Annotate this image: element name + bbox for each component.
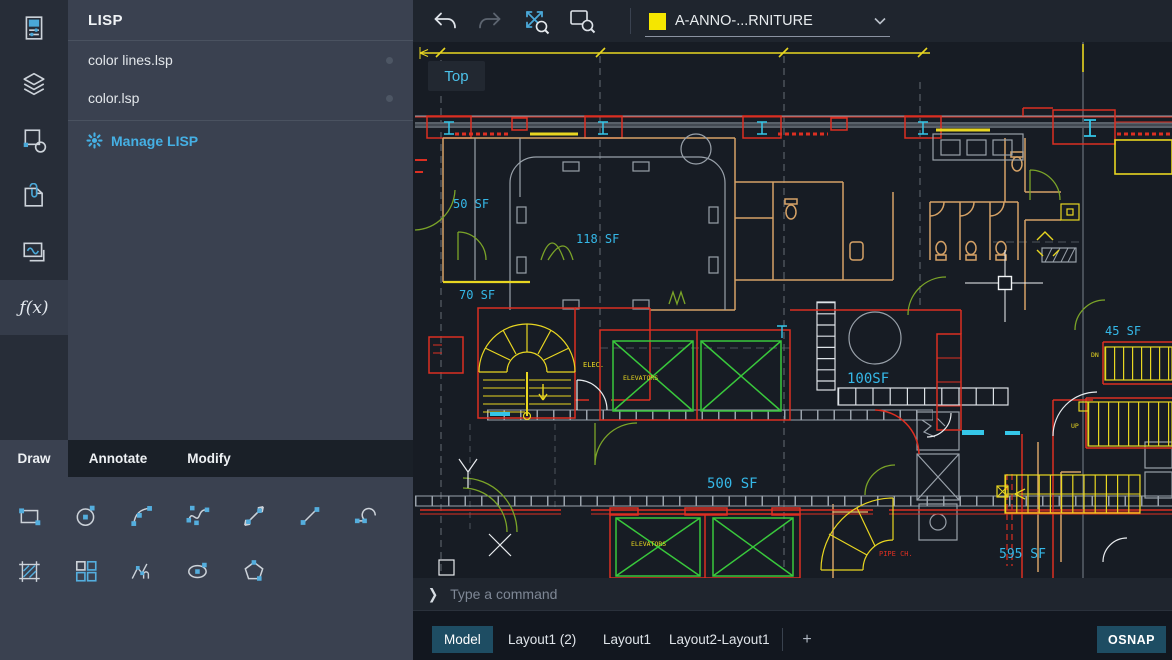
tab-modify[interactable]: Modify [168,440,250,477]
sidebar-item-views[interactable] [0,224,68,279]
left-sidebar: ƒ(x) [0,0,68,440]
tool-tab-row: Draw Annotate Modify [0,440,413,477]
tab-layout1[interactable]: Layout1 [591,626,663,653]
command-prompt-icon: ❯ [428,586,438,603]
circle-tool-icon [73,503,99,529]
label-45sf: 45 SF [1105,324,1141,338]
layer-name: A-ANNO-...RNITURE [675,13,865,29]
lisp-file-name: color lines.lsp [88,52,173,68]
tool-line[interactable] [288,494,332,538]
zoom-extents-icon [521,7,551,35]
tool-polygon[interactable] [232,549,276,593]
arc-tool-icon [129,503,155,529]
tool-rectangle[interactable] [8,494,52,538]
redo-button[interactable] [472,7,508,35]
sidebar-item-blocks[interactable] [0,112,68,167]
lisp-file-row[interactable]: color.lsp [68,79,413,117]
sidebar-item-layers[interactable] [0,56,68,111]
command-bar: ❯ [413,578,1172,611]
label-dn: DN [1091,351,1099,359]
label-500sf: 500 SF [707,476,758,492]
tab-layout2-layout1[interactable]: Layout2-Layout1 [657,626,782,653]
lisp-file-name: color.lsp [88,90,139,106]
label-elec: ELEC. [583,361,604,369]
lisp-file-row[interactable]: color lines.lsp [68,41,413,79]
tool-spline[interactable] [176,494,220,538]
gear-icon [86,132,103,149]
manage-lisp-button[interactable]: Manage LISP [68,120,413,160]
measure-arrow-icon [241,503,267,529]
sidebar-item-attachments[interactable] [0,168,68,223]
tab-draw[interactable]: Draw [0,440,68,477]
rectangle-tool-icon [17,503,43,529]
tool-polyline[interactable] [120,549,164,593]
polygon-tool-icon [241,558,267,584]
draw-tools-panel: Draw Annotate Modify [0,440,413,660]
undo-button[interactable] [427,7,463,35]
label-elevators-bottom: ELEVATORS [631,540,666,548]
toolbar-divider [630,8,631,34]
zoom-extents-button[interactable] [518,7,554,35]
lisp-panel: LISP color lines.lsp color.lsp Manage LI… [68,0,413,440]
attachment-icon [21,183,47,209]
drawing-canvas-area: A-ANNO-...RNITURE [413,0,1172,660]
sidebar-item-lisp[interactable]: ƒ(x) [0,280,68,335]
manage-lisp-label: Manage LISP [111,133,198,149]
floor-plan-drawing[interactable]: 50 SF 118 SF 70 SF 100SF 500 SF 595 SF 4… [413,42,1172,578]
add-layout-button[interactable]: + [795,626,819,653]
ellipse-tool-icon [185,558,211,584]
tool-circle[interactable] [64,494,108,538]
label-118sf: 118 SF [576,232,619,246]
tab-annotate[interactable]: Annotate [72,440,164,477]
hatch-tool-icon [17,558,43,584]
tool-hatch[interactable] [8,549,52,593]
tool-measure[interactable] [232,494,276,538]
arc-continue-tool-icon [353,503,379,529]
fx-icon: ƒ(x) [19,298,48,318]
file-status-dot [386,57,393,64]
label-595sf: 595 SF [999,547,1046,562]
layers-icon [21,71,47,97]
label-50sf: 50 SF [453,197,489,211]
sidebar-item-properties[interactable] [0,0,68,55]
label-pipe-chase: PIPE CH. [879,550,913,558]
layer-selector[interactable]: A-ANNO-...RNITURE [645,6,890,37]
tool-ellipse[interactable] [176,549,220,593]
layout-tab-bar: Model Layout1 (2) Layout1 Layout2-Layout… [413,611,1172,660]
osnap-toggle[interactable]: OSNAP [1097,626,1166,653]
blocks-icon [21,127,47,153]
tool-insert-block[interactable] [64,549,108,593]
line-tool-icon [297,503,323,529]
zoom-window-button[interactable] [564,7,600,35]
lisp-panel-title: LISP [68,0,413,41]
label-100sf: 100SF [847,371,889,387]
tab-model[interactable]: Model [432,626,493,653]
tab-layout1-2[interactable]: Layout1 (2) [496,626,588,653]
spline-tool-icon [185,503,211,529]
command-input[interactable] [448,585,1048,603]
layer-color-swatch [649,13,666,30]
file-status-dot [386,95,393,102]
layout-tab-divider [782,628,783,651]
undo-icon [431,9,459,33]
properties-icon [21,15,47,41]
tool-arc[interactable] [120,494,164,538]
view-orientation-badge[interactable]: Top [428,61,485,91]
insert-block-tool-icon [73,558,99,584]
label-70sf: 70 SF [459,288,495,302]
redo-icon [476,9,504,33]
label-elevators-top: ELEVATORS [623,374,658,382]
tool-arc-continue[interactable] [344,494,388,538]
label-up: UP [1071,422,1079,430]
canvas-toolbar: A-ANNO-...RNITURE [413,0,1172,42]
views-icon [21,239,47,265]
chevron-down-icon [874,17,886,25]
zoom-window-icon [567,7,597,35]
polyline-tool-icon [129,558,155,584]
